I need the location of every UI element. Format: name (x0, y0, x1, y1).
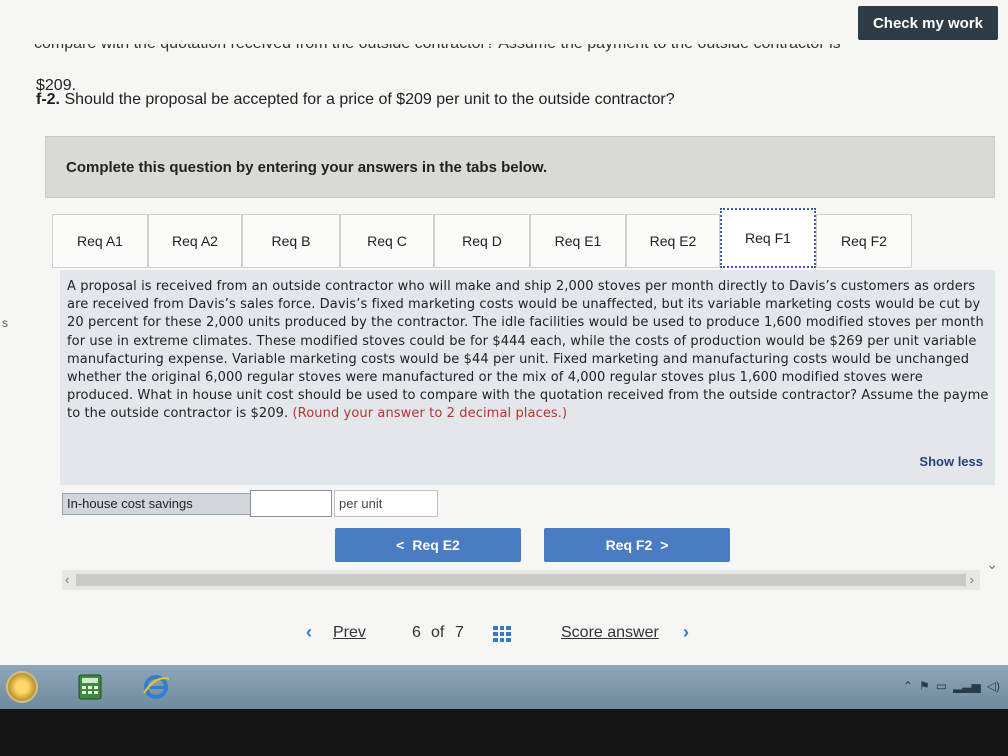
score-answer-link[interactable]: Score answer (561, 624, 659, 642)
left-edge-mark: s (2, 316, 8, 330)
browser-viewport: Check my work compare with the quotation… (0, 0, 1008, 665)
instructions-text: Complete this question by entering your … (66, 159, 548, 176)
requirement-text: A proposal is received from an outside c… (67, 279, 989, 422)
volume-icon[interactable]: ◁) (987, 679, 1000, 693)
system-tray: ⌃ ⚑ ▭ ▂▃▅ ◁) (903, 679, 1000, 693)
page-of: of (431, 624, 445, 641)
requirement-content-panel: A proposal is received from an outside c… (60, 270, 995, 485)
calculator-icon[interactable] (74, 671, 106, 703)
scroll-down-icon[interactable]: ⌄ (986, 556, 998, 573)
prev-page-link[interactable]: Prev (333, 624, 366, 642)
question-part-f2: f-2. Should the proposal be accepted for… (36, 91, 675, 109)
windows-taskbar: ⌃ ⚑ ▭ ▂▃▅ ◁) (0, 665, 1008, 709)
chevron-right-icon: > (660, 537, 669, 553)
question-part-label: f-2. (36, 91, 60, 108)
question-grid-icon[interactable] (493, 626, 511, 642)
chevron-left-icon: < (396, 537, 405, 553)
question-part-text: Should the proposal be accepted for a pr… (64, 91, 675, 108)
scroll-left-icon[interactable]: ‹ (65, 572, 69, 587)
tab-req-d[interactable]: Req D (434, 214, 530, 268)
prev-requirement-button[interactable]: < Req E2 (335, 528, 521, 562)
tray-monitor-icon[interactable]: ▭ (936, 679, 947, 693)
tab-req-f2[interactable]: Req F2 (816, 214, 912, 268)
tab-req-b[interactable]: Req B (242, 214, 340, 268)
tab-req-a2[interactable]: Req A2 (148, 214, 242, 268)
requirement-tabs: Req A1 Req A2 Req B Req C Req D Req E1 R… (52, 208, 992, 270)
check-my-work-button[interactable]: Check my work (858, 6, 998, 40)
tray-flag-icon[interactable]: ⚑ (919, 679, 930, 693)
tab-req-e1[interactable]: Req E1 (530, 214, 626, 268)
page-current: 6 (412, 624, 421, 641)
scroll-right-icon[interactable]: › (970, 572, 974, 587)
monitor-bezel (0, 709, 1008, 756)
next-requirement-label: Req F2 (605, 537, 653, 553)
internet-explorer-icon[interactable] (140, 671, 172, 703)
prev-requirement-label: Req E2 (412, 537, 460, 553)
prev-page-chevron-icon[interactable]: ‹ (306, 622, 312, 643)
tab-req-a1[interactable]: Req A1 (52, 214, 148, 268)
page-total: 7 (455, 624, 464, 641)
start-orb-icon[interactable] (6, 671, 38, 703)
answer-unit: per unit (334, 490, 438, 517)
rounding-hint: (Round your answer to 2 decimal places.) (292, 406, 568, 422)
tab-req-c[interactable]: Req C (340, 214, 434, 268)
question-cut-line: compare with the quotation received from… (34, 44, 994, 62)
tab-req-f1[interactable]: Req F1 (720, 208, 816, 268)
score-chevron-icon[interactable]: › (683, 622, 689, 643)
instructions-banner: Complete this question by entering your … (45, 136, 995, 198)
tab-req-e2[interactable]: Req E2 (626, 214, 720, 268)
tray-expand-icon[interactable]: ⌃ (903, 679, 913, 693)
answer-label: In-house cost savings (62, 493, 252, 515)
show-less-link[interactable]: Show less (919, 454, 983, 469)
scrollbar-thumb[interactable] (76, 574, 966, 586)
next-requirement-button[interactable]: Req F2 > (544, 528, 730, 562)
signal-icon[interactable]: ▂▃▅ (953, 679, 981, 693)
horizontal-scrollbar[interactable]: ‹ › (62, 570, 980, 590)
answer-input[interactable] (250, 490, 332, 517)
